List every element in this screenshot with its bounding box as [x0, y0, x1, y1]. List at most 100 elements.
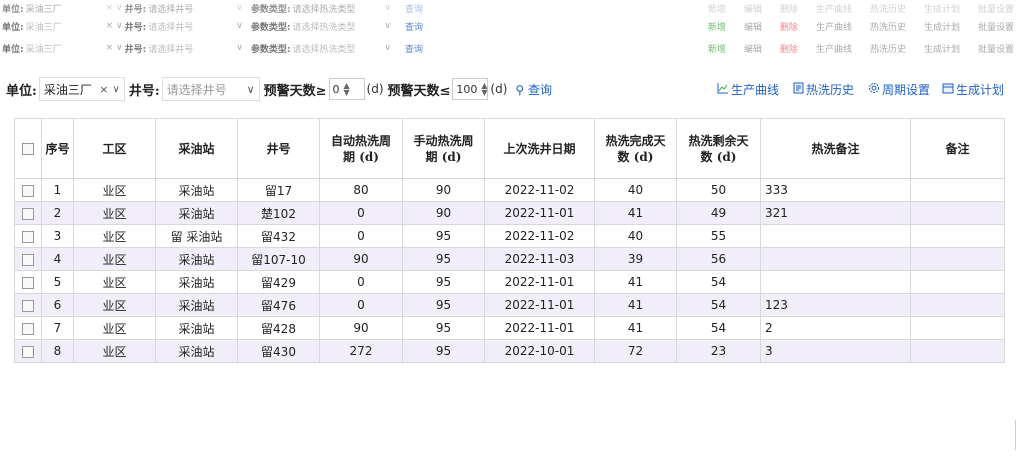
cell-auto-period: 0	[319, 224, 403, 248]
calendar-icon	[942, 82, 954, 97]
chevron-down-icon[interactable]: ∨	[112, 84, 119, 95]
ghost-query: 查询	[405, 22, 424, 33]
cell-auto-period: 272	[319, 339, 403, 363]
wash-history-button[interactable]: 热洗历史	[793, 81, 854, 98]
cell-well: 留428	[237, 316, 320, 340]
ghost-history: 热洗历史	[869, 44, 906, 55]
cell-index: 7	[41, 316, 74, 340]
ghost-batch: 批量设置	[977, 22, 1014, 33]
row-checkbox[interactable]	[14, 293, 42, 317]
ghost-unit-label: 单位:	[2, 44, 24, 55]
table-row[interactable]: 5 业区 采油站 留429 0 95 2022-11-01 41 54	[14, 270, 1005, 294]
generate-plan-button[interactable]: 生成计划	[942, 81, 1004, 98]
cell-done-days: 41	[594, 316, 677, 340]
ghost-well-label: 井号:	[124, 44, 147, 55]
header-area[interactable]: 工区	[73, 118, 156, 179]
ghost-chevron-icon: ∨	[236, 43, 243, 53]
cell-area: 业区	[73, 339, 156, 363]
header-auto-period-text: 自动热洗周期 (d)	[330, 133, 391, 164]
header-wash-note[interactable]: 热洗备注	[760, 118, 911, 179]
ghost-toolbar-3: 单位: 采油三厂 × ∨ 井号: 请选择井号 ∨ 参数类型: 请选择热洗类型 ∨…	[0, 40, 1016, 56]
table-row[interactable]: 4 业区 采油站 留107-10 90 95 2022-11-03 39 56	[14, 247, 1005, 271]
cell-index: 3	[41, 224, 74, 248]
warn-days-ge-input[interactable]: 0 ▲ ▼	[328, 78, 365, 100]
cell-area: 业区	[73, 293, 156, 317]
row-checkbox[interactable]	[14, 270, 42, 294]
cell-note	[910, 270, 1005, 294]
cell-well: 留430	[237, 339, 320, 363]
cell-done-days: 72	[594, 339, 677, 363]
warn-days-le-input[interactable]: 100 ▲ ▼	[452, 78, 489, 100]
cell-index: 6	[41, 293, 74, 317]
row-checkbox[interactable]	[14, 178, 42, 202]
ghost-plan: 生成计划	[923, 44, 960, 55]
warn-days-ge-label: 预警天数≥	[263, 83, 327, 99]
cell-last-wash: 2022-11-01	[484, 316, 595, 340]
ghost-edit: 编辑	[743, 4, 762, 15]
well-label: 井号:	[128, 83, 160, 99]
search-icon: ⚲	[515, 82, 525, 97]
table-row[interactable]: 7 业区 采油站 留428 90 95 2022-11-01 41 54 2	[14, 316, 1005, 340]
ghost-curve: 生产曲线	[815, 22, 852, 33]
table-row[interactable]: 8 业区 采油站 留430 272 95 2022-10-01 72 23 3	[14, 339, 1005, 363]
cell-remain-days: 56	[676, 247, 761, 271]
cell-last-wash: 2022-11-02	[484, 224, 595, 248]
cell-manual-period: 95	[402, 339, 485, 363]
header-remain-days[interactable]: 热洗剩余天数 (d)	[676, 118, 761, 179]
table-row[interactable]: 3 业区留 采油站 留432 0 95 2022-11-02 40 55	[14, 224, 1005, 248]
cell-auto-period: 0	[319, 270, 403, 294]
header-last-wash[interactable]: 上次洗井日期	[484, 118, 595, 179]
header-manual-period[interactable]: 手动热洗周期 (d)	[402, 118, 485, 179]
cell-auto-period: 90	[319, 316, 403, 340]
clear-icon[interactable]: ×	[99, 83, 108, 96]
wash-table: 序号 工区 采油站 井号 自动热洗周期 (d) 手动热洗周期 (d) 上次洗井日…	[14, 118, 1005, 363]
spinner-icon[interactable]: ▲ ▼	[344, 82, 350, 97]
cell-station: 采油站	[155, 178, 238, 202]
cell-area: 业区	[73, 178, 156, 202]
ghost-toolbar-1: 单位: 采油三厂 × ∨ 井号: 请选择井号 ∨ 参数类型: 请选择热洗类型 ∨…	[0, 0, 1016, 16]
ghost-x-icon: × ∨	[105, 43, 123, 53]
header-done-days[interactable]: 热洗完成天数 (d)	[594, 118, 677, 179]
cell-remain-days: 54	[676, 316, 761, 340]
row-checkbox[interactable]	[14, 247, 42, 271]
warn-days-le-label: 预警天数≤	[387, 83, 451, 99]
well-select-placeholder: 请选择井号	[166, 82, 227, 97]
ghost-add: 新增	[707, 4, 726, 15]
unit-select[interactable]: 采油三厂 × ∨	[38, 77, 125, 101]
ghost-chevron-icon: ∨	[236, 21, 243, 31]
table-row[interactable]: 6 业区 采油站 留476 0 95 2022-11-01 41 54 123	[14, 293, 1005, 317]
cell-note	[910, 201, 1005, 225]
cell-wash-note: 2	[760, 316, 911, 340]
header-auto-period[interactable]: 自动热洗周期 (d)	[319, 118, 403, 179]
ghost-curve: 生产曲线	[815, 44, 852, 55]
header-index[interactable]: 序号	[41, 118, 74, 179]
spinner-icon[interactable]: ▲ ▼	[481, 82, 487, 97]
ghost-chevron-icon: ∨	[236, 3, 243, 13]
chevron-down-icon[interactable]: ∨	[247, 83, 255, 96]
production-curve-button[interactable]: 生产曲线	[717, 81, 779, 98]
well-select[interactable]: 请选择井号 ∨	[161, 77, 260, 101]
row-checkbox[interactable]	[14, 316, 42, 340]
period-settings-button[interactable]: 周期设置	[868, 81, 930, 98]
header-station[interactable]: 采油站	[155, 118, 238, 179]
cell-auto-period: 80	[319, 178, 403, 202]
ghost-well-label: 井号:	[124, 22, 147, 33]
cell-index: 8	[41, 339, 74, 363]
ghost-well-placeholder: 请选择井号	[148, 4, 194, 15]
ghost-well-label: 井号:	[124, 4, 147, 15]
query-button[interactable]: ⚲ 查询	[515, 81, 552, 98]
select-all-checkbox[interactable]	[14, 118, 42, 179]
header-note[interactable]: 备注	[910, 118, 1005, 179]
cell-last-wash: 2022-11-01	[484, 293, 595, 317]
row-checkbox[interactable]	[14, 201, 42, 225]
unit-label: 单位:	[6, 83, 37, 99]
ghost-toolbar-2: 单位: 采油三厂 × ∨ 井号: 请选择井号 ∨ 参数类型: 请选择热洗类型 ∨…	[0, 18, 1016, 34]
row-checkbox[interactable]	[14, 339, 42, 363]
cell-done-days: 40	[594, 224, 677, 248]
table-row[interactable]: 1 业区 采油站 留17 80 90 2022-11-02 40 50 333	[14, 178, 1005, 202]
cell-last-wash: 2022-11-03	[484, 247, 595, 271]
header-well[interactable]: 井号	[237, 118, 320, 179]
cell-done-days: 39	[594, 247, 677, 271]
table-row[interactable]: 2 业区 采油站 楚102 0 90 2022-11-01 41 49 321	[14, 201, 1005, 225]
row-checkbox[interactable]	[14, 224, 42, 248]
